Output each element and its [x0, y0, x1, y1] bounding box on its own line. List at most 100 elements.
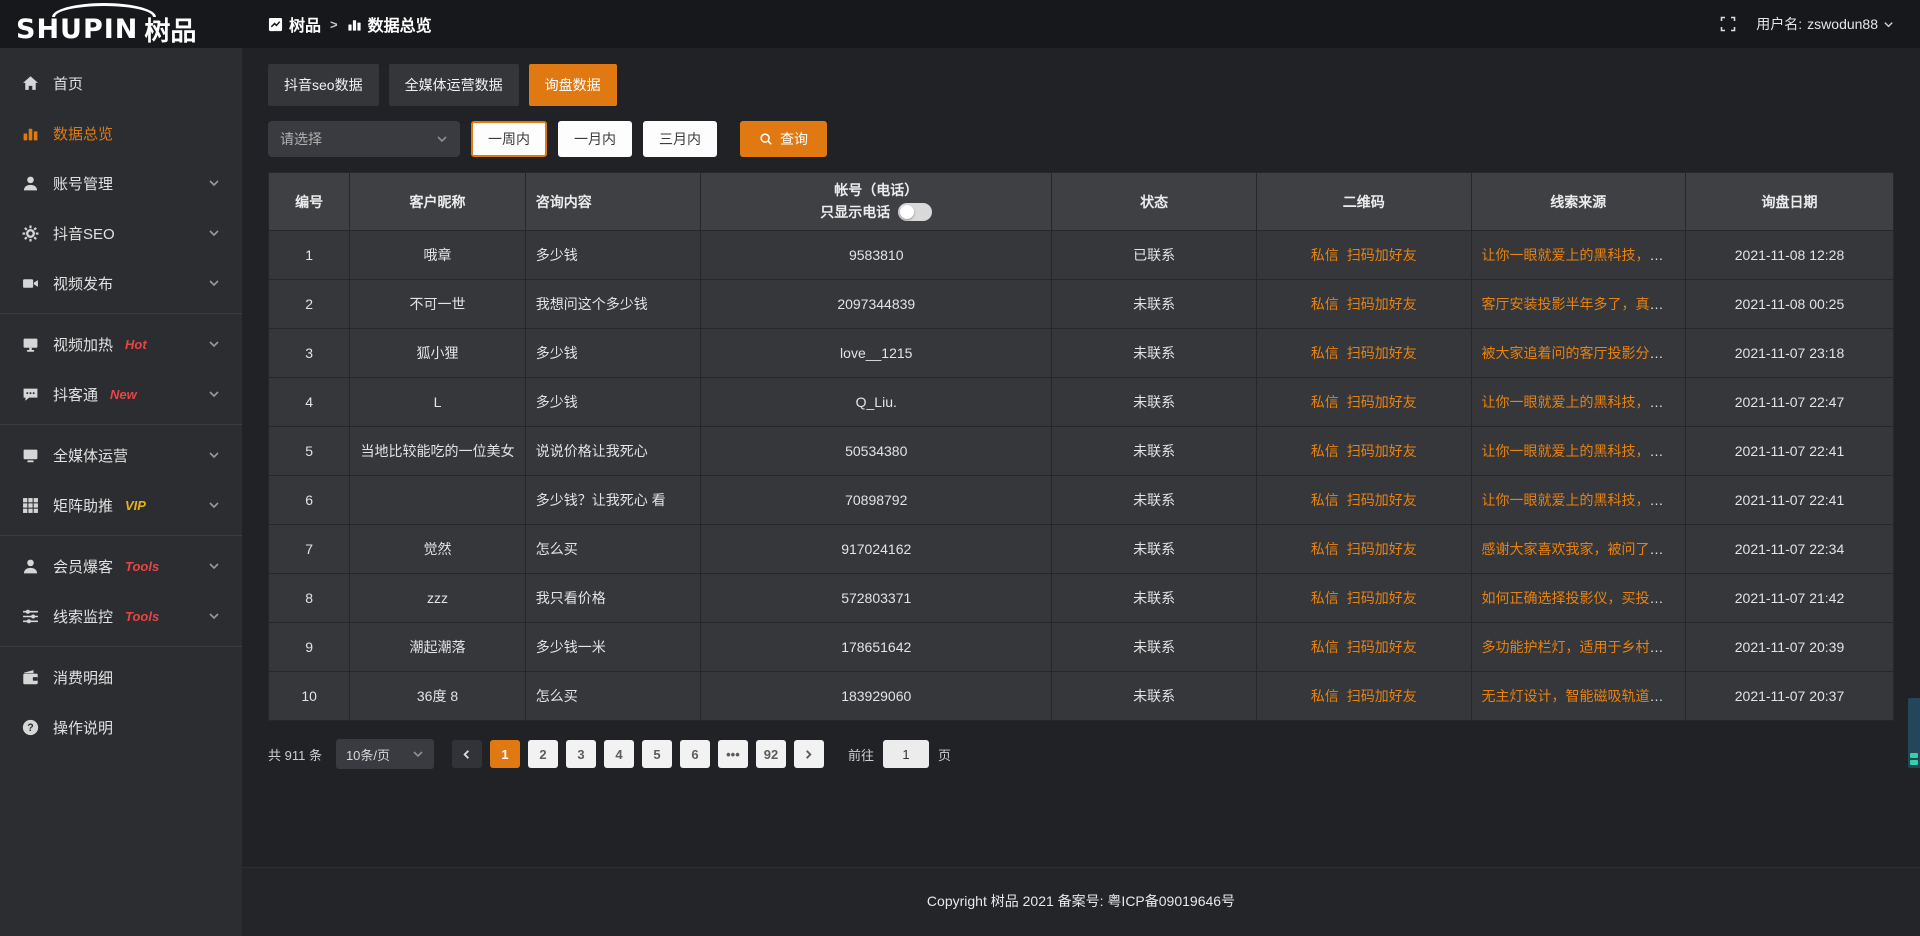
private-message-link[interactable]: 私信: [1311, 247, 1339, 263]
scan-qr-add-friend-link[interactable]: 扫码加好友: [1347, 296, 1417, 312]
filter-select[interactable]: 请选择: [268, 121, 460, 157]
sidebar-item-member-baoke[interactable]: 会员爆客Tools: [0, 541, 242, 591]
lead-source-link[interactable]: 客厅安装投影半年多了，真实...: [1482, 296, 1676, 312]
divider: [0, 646, 242, 647]
scan-qr-add-friend-link[interactable]: 扫码加好友: [1347, 247, 1417, 263]
private-message-link[interactable]: 私信: [1311, 541, 1339, 557]
page-size-select[interactable]: 10条/页: [336, 739, 434, 769]
lead-source-link[interactable]: 让你一眼就爱上的黑科技，能...: [1482, 443, 1676, 459]
query-button-label: 查询: [780, 129, 808, 149]
breadcrumb-item-data-overview[interactable]: 数据总览: [347, 12, 432, 36]
sidebar-item-data-overview[interactable]: 数据总览: [0, 108, 242, 158]
sidebar-item-instructions[interactable]: ?操作说明: [0, 702, 242, 752]
goto-page: 前往 页: [848, 740, 951, 768]
private-message-link[interactable]: 私信: [1311, 492, 1339, 508]
scan-qr-add-friend-link[interactable]: 扫码加好友: [1347, 639, 1417, 655]
content-area: 抖音seo数据全媒体运营数据询盘数据 请选择 一周内一月内三月内 查询 编号客户…: [242, 48, 1920, 936]
lead-source-link[interactable]: 无主灯设计，智能磁吸轨道灯...: [1482, 688, 1676, 704]
sidebar-item-video-publish[interactable]: 视频发布: [0, 258, 242, 308]
lead-source-link[interactable]: 如何正确选择投影仪，买投影...: [1482, 590, 1676, 606]
tab-douyin-seo-data[interactable]: 抖音seo数据: [268, 64, 379, 106]
bar-chart-icon: [347, 17, 362, 32]
lead-source-link[interactable]: 多功能护栏灯，适用于乡村文...: [1482, 639, 1676, 655]
topbar-right: 用户名: zswodun88: [1720, 14, 1920, 34]
scan-qr-add-friend-link[interactable]: 扫码加好友: [1347, 541, 1417, 557]
cell-nickname: 觉然: [350, 525, 526, 574]
page-button-92[interactable]: 92: [756, 740, 786, 768]
breadcrumb-label: 数据总览: [368, 12, 432, 36]
private-message-link[interactable]: 私信: [1311, 345, 1339, 361]
lead-source-link[interactable]: 感谢大家喜欢我家，被问了好...: [1482, 541, 1676, 557]
private-message-link[interactable]: 私信: [1311, 443, 1339, 459]
scan-qr-add-friend-link[interactable]: 扫码加好友: [1347, 492, 1417, 508]
query-button[interactable]: 查询: [740, 121, 827, 157]
username-label: 用户名:: [1756, 14, 1802, 34]
page-button-5[interactable]: 5: [642, 740, 672, 768]
tab-omni-media-data[interactable]: 全媒体运营数据: [389, 64, 519, 106]
sidebar-item-douyin-seo[interactable]: 抖音SEO: [0, 208, 242, 258]
phone-only-toggle[interactable]: [898, 203, 932, 221]
table-row: 4L多少钱Q_Liu.未联系私信扫码加好友让你一眼就爱上的黑科技，能...202…: [269, 378, 1894, 427]
private-message-link[interactable]: 私信: [1311, 688, 1339, 704]
sidebar-item-consumption-detail[interactable]: 消费明细: [0, 652, 242, 702]
cell-status: 未联系: [1052, 280, 1257, 329]
range-button-one-month[interactable]: 一月内: [558, 121, 632, 157]
sidebar-item-video-heating[interactable]: 视频加热Hot: [0, 319, 242, 369]
sidebar-item-label: 账号管理: [53, 173, 113, 194]
lead-source-link[interactable]: 让你一眼就爱上的黑科技，能...: [1482, 492, 1676, 508]
goto-page-input[interactable]: [883, 740, 929, 768]
user-menu[interactable]: 用户名: zswodun88: [1756, 14, 1894, 34]
lead-source-link[interactable]: 被大家追着问的客厅投影分享...: [1482, 345, 1676, 361]
tab-inquiry-data[interactable]: 询盘数据: [529, 64, 617, 106]
column-header-label: 帐号（电话）: [711, 180, 1041, 202]
breadcrumb-item-shupin[interactable]: 树品: [268, 12, 321, 36]
lead-source-link[interactable]: 让你一眼就爱上的黑科技，能...: [1482, 247, 1676, 263]
cell-account: 70898792: [701, 476, 1052, 525]
fullscreen-icon[interactable]: [1720, 16, 1736, 32]
table-body: 1哦章多少钱9583810已联系私信扫码加好友让你一眼就爱上的黑科技，能...2…: [269, 231, 1894, 721]
cell-content: 多少钱: [525, 329, 701, 378]
cell-id: 9: [269, 623, 350, 672]
cell-account: 572803371: [701, 574, 1052, 623]
chevron-down-icon: [436, 133, 448, 145]
range-button-one-week[interactable]: 一周内: [471, 121, 547, 157]
breadcrumb-label: 树品: [289, 12, 321, 36]
page-button-4[interactable]: 4: [604, 740, 634, 768]
cell-date: 2021-11-08 12:28: [1686, 231, 1894, 280]
cell-account: love__1215: [701, 329, 1052, 378]
cell-content: 怎么买: [525, 672, 701, 721]
cell-content: 我想问这个多少钱: [525, 280, 701, 329]
sidebar-item-clue-monitor[interactable]: 线索监控Tools: [0, 591, 242, 641]
sidebar-item-label: 线索监控: [53, 606, 113, 627]
next-page-button[interactable]: [794, 740, 824, 768]
private-message-link[interactable]: 私信: [1311, 296, 1339, 312]
private-message-link[interactable]: 私信: [1311, 590, 1339, 606]
sidebar-item-matrix-boost[interactable]: 矩阵助推VIP: [0, 480, 242, 530]
scan-qr-add-friend-link[interactable]: 扫码加好友: [1347, 443, 1417, 459]
page-button-2[interactable]: 2: [528, 740, 558, 768]
chevron-down-icon: [1883, 19, 1894, 30]
home-icon: [22, 75, 39, 92]
page-button-6[interactable]: 6: [680, 740, 710, 768]
sidebar-item-label: 全媒体运营: [53, 445, 128, 466]
range-button-three-months[interactable]: 三月内: [643, 121, 717, 157]
sidebar-item-home[interactable]: 首页: [0, 58, 242, 108]
more-pages-button[interactable]: •••: [718, 740, 748, 768]
scan-qr-add-friend-link[interactable]: 扫码加好友: [1347, 688, 1417, 704]
app-logo: SHUPIN 树品: [0, 0, 242, 48]
chat-widget[interactable]: [1908, 698, 1920, 768]
scan-qr-add-friend-link[interactable]: 扫码加好友: [1347, 345, 1417, 361]
private-message-link[interactable]: 私信: [1311, 394, 1339, 410]
private-message-link[interactable]: 私信: [1311, 639, 1339, 655]
scan-qr-add-friend-link[interactable]: 扫码加好友: [1347, 394, 1417, 410]
page-button-1[interactable]: 1: [490, 740, 520, 768]
sidebar-item-douketong[interactable]: 抖客通New: [0, 369, 242, 419]
page-button-3[interactable]: 3: [566, 740, 596, 768]
cell-date: 2021-11-07 22:41: [1686, 476, 1894, 525]
scan-qr-add-friend-link[interactable]: 扫码加好友: [1347, 590, 1417, 606]
sidebar-item-omni-media[interactable]: 全媒体运营: [0, 430, 242, 480]
sidebar-item-account-management[interactable]: 账号管理: [0, 158, 242, 208]
prev-page-button[interactable]: [452, 740, 482, 768]
app-window: SHUPIN 树品 树品 > 数据总览 用户名: zswodun88 首页: [0, 0, 1920, 936]
lead-source-link[interactable]: 让你一眼就爱上的黑科技，能...: [1482, 394, 1676, 410]
